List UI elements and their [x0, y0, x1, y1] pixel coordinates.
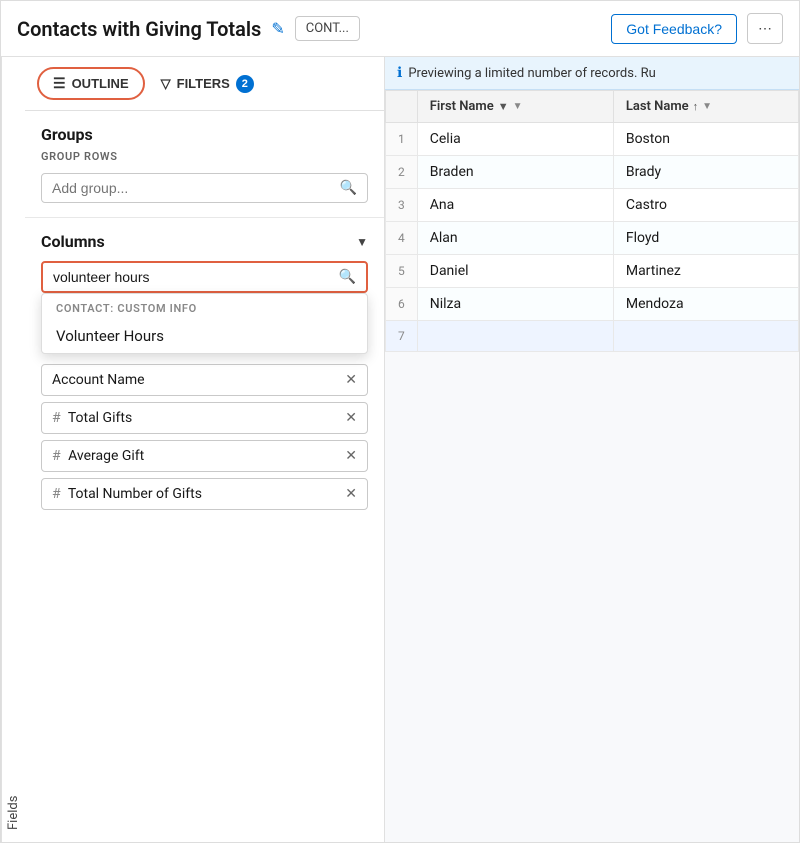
cell-first-name — [417, 321, 613, 352]
add-group-input-wrapper[interactable]: 🔍 — [41, 173, 368, 203]
table-row: 2BradenBrady — [386, 156, 799, 189]
toolbar-row: ☰ OUTLINE ▽ FILTERS 2 — [25, 57, 384, 111]
app-container: Contacts with Giving Totals ✎ CONT... Go… — [0, 0, 800, 843]
cell-row-num: 2 — [386, 156, 418, 189]
add-group-input[interactable] — [52, 180, 340, 196]
first-name-dropdown-icon[interactable]: ▼ — [513, 101, 523, 112]
th-last-name-label: Last Name — [626, 99, 689, 114]
table-row: 5DanielMartinez — [386, 255, 799, 288]
column-tag-average-gift-label: # Average Gift — [52, 448, 144, 464]
outline-label: OUTLINE — [72, 76, 129, 91]
columns-header: Columns ▼ — [41, 232, 368, 251]
column-tag-total-gifts: # Total Gifts ✕ — [41, 402, 368, 434]
outline-icon: ☰ — [53, 75, 66, 92]
main-body: Fields ☰ OUTLINE ▽ FILTERS 2 Groups GROU… — [1, 57, 799, 842]
info-banner-text: Previewing a limited number of records. … — [408, 66, 655, 81]
header-badge[interactable]: CONT... — [295, 16, 360, 41]
cell-last-name: Floyd — [613, 222, 798, 255]
table-row: 4AlanFloyd — [386, 222, 799, 255]
column-search-input[interactable] — [53, 269, 339, 285]
suggestion-category: CONTACT: CUSTOM INFO — [42, 294, 367, 319]
left-panel: ☰ OUTLINE ▽ FILTERS 2 Groups GROUP ROWS … — [25, 57, 385, 842]
search-icon: 🔍 — [340, 180, 357, 196]
cell-first-name: Alan — [417, 222, 613, 255]
groups-title: Groups — [41, 125, 368, 144]
suggestion-item-volunteer-hours[interactable]: Volunteer Hours — [42, 319, 367, 353]
hash-icon-2: # — [52, 448, 61, 464]
column-tag-average-gift: # Average Gift ✕ — [41, 440, 368, 472]
table-row: 1CeliaBoston — [386, 123, 799, 156]
cell-last-name — [613, 321, 798, 352]
cell-last-name: Boston — [613, 123, 798, 156]
column-tag-account-name: Account Name ✕ — [41, 364, 368, 396]
results-table: First Name ▼ ▼ Last Name ↑ ▼ — [385, 90, 799, 352]
column-tag-total-gifts-remove[interactable]: ✕ — [345, 410, 357, 426]
column-tag-account-name-label: Account Name — [52, 372, 145, 388]
column-tag-total-number-of-gifts-remove[interactable]: ✕ — [345, 486, 357, 502]
edit-icon[interactable]: ✎ — [271, 19, 284, 38]
groups-subtitle: GROUP ROWS — [41, 150, 368, 163]
right-panel: ℹ Previewing a limited number of records… — [385, 57, 799, 842]
th-first-name[interactable]: First Name ▼ ▼ — [417, 91, 613, 123]
cell-first-name: Celia — [417, 123, 613, 156]
outline-button[interactable]: ☰ OUTLINE — [37, 67, 145, 100]
page-title: Contacts with Giving Totals — [17, 17, 261, 41]
table-row: 3AnaCastro — [386, 189, 799, 222]
cell-first-name: Braden — [417, 156, 613, 189]
column-search-wrapper[interactable]: 🔍 — [41, 261, 368, 293]
more-button[interactable]: ⋯ — [747, 13, 783, 44]
cell-row-num: 6 — [386, 288, 418, 321]
hash-icon-1: # — [52, 410, 61, 426]
filter-count-badge: 2 — [236, 75, 254, 93]
column-tags-list: Account Name ✕ # Total Gifts ✕ # Average… — [41, 364, 368, 510]
cell-row-num: 7 — [386, 321, 418, 352]
hash-icon-3: # — [52, 486, 61, 502]
table-header-row: First Name ▼ ▼ Last Name ↑ ▼ — [386, 91, 799, 123]
filter-icon: ▽ — [161, 76, 171, 92]
cell-last-name: Brady — [613, 156, 798, 189]
column-search-icon: 🔍 — [339, 269, 356, 285]
cell-first-name: Nilza — [417, 288, 613, 321]
cell-row-num: 3 — [386, 189, 418, 222]
th-last-name[interactable]: Last Name ↑ ▼ — [613, 91, 798, 123]
table-row: 6NilzaMendoza — [386, 288, 799, 321]
th-row-num — [386, 91, 418, 123]
cell-first-name: Ana — [417, 189, 613, 222]
column-tag-average-gift-remove[interactable]: ✕ — [345, 448, 357, 464]
columns-section: Columns ▼ 🔍 CONTACT: CUSTOM INFO Volunte… — [25, 218, 384, 842]
column-tag-total-gifts-label: # Total Gifts — [52, 410, 132, 426]
cell-last-name: Martinez — [613, 255, 798, 288]
groups-section: Groups GROUP ROWS 🔍 — [25, 111, 384, 218]
column-tag-total-number-of-gifts: # Total Number of Gifts ✕ — [41, 478, 368, 510]
cell-last-name: Castro — [613, 189, 798, 222]
info-icon: ℹ — [397, 65, 402, 81]
table-row: 7 — [386, 321, 799, 352]
cell-first-name: Daniel — [417, 255, 613, 288]
th-first-name-label: First Name — [430, 99, 494, 114]
cell-row-num: 5 — [386, 255, 418, 288]
cell-row-num: 1 — [386, 123, 418, 156]
columns-dropdown-icon[interactable]: ▼ — [356, 235, 368, 249]
column-tag-total-number-of-gifts-label: # Total Number of Gifts — [52, 486, 202, 502]
feedback-button[interactable]: Got Feedback? — [611, 14, 737, 44]
filters-label: FILTERS — [177, 76, 230, 91]
header: Contacts with Giving Totals ✎ CONT... Go… — [1, 1, 799, 57]
column-tag-account-name-remove[interactable]: ✕ — [345, 372, 357, 388]
cell-row-num: 4 — [386, 222, 418, 255]
suggestion-dropdown: CONTACT: CUSTOM INFO Volunteer Hours — [41, 293, 368, 354]
last-name-dropdown-icon[interactable]: ▼ — [702, 101, 712, 112]
filters-button[interactable]: ▽ FILTERS 2 — [153, 69, 262, 99]
data-table: First Name ▼ ▼ Last Name ↑ ▼ — [385, 90, 799, 842]
fields-tab[interactable]: Fields — [1, 57, 25, 842]
first-name-sort-icon[interactable]: ▼ — [498, 100, 509, 113]
last-name-sort-icon[interactable]: ↑ — [693, 100, 699, 113]
info-banner: ℹ Previewing a limited number of records… — [385, 57, 799, 90]
columns-title: Columns — [41, 232, 105, 251]
cell-last-name: Mendoza — [613, 288, 798, 321]
